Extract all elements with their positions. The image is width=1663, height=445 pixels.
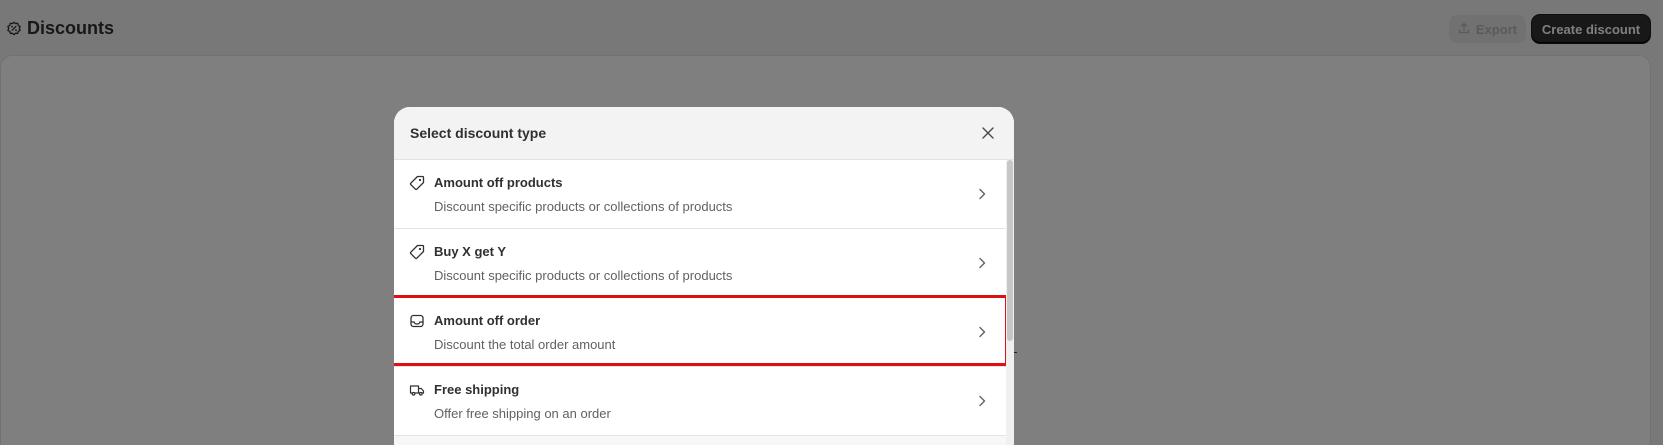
option-title: Amount off order <box>434 313 541 328</box>
tag-icon <box>409 175 425 191</box>
modal-title: Select discount type <box>410 125 547 141</box>
select-discount-type-modal: Select discount type Amount off products… <box>394 107 1014 445</box>
truck-icon <box>409 382 425 398</box>
tag-icon <box>409 244 425 260</box>
option-description: Discount the total order amount <box>434 337 616 352</box>
modal-header: Select discount type <box>394 107 1014 160</box>
option-description: Offer free shipping on an order <box>434 406 611 421</box>
modal-scrollbar[interactable] <box>1006 160 1014 445</box>
chevron-right-icon <box>974 393 990 409</box>
option-list-footer-partial <box>394 436 1006 445</box>
chevron-right-icon <box>974 324 990 340</box>
cart-icon <box>409 313 425 329</box>
option-amount-off-products[interactable]: Amount off products Discount specific pr… <box>394 160 1006 229</box>
chevron-right-icon <box>974 255 990 271</box>
option-title: Amount off products <box>434 175 563 190</box>
option-amount-off-order[interactable]: Amount off order Discount the total orde… <box>394 295 1008 367</box>
option-description: Discount specific products or collection… <box>434 268 733 283</box>
option-title: Free shipping <box>434 382 520 397</box>
option-free-shipping[interactable]: Free shipping Offer free shipping on an … <box>394 367 1006 436</box>
option-description: Discount specific products or collection… <box>434 199 733 214</box>
discount-type-list: Amount off products Discount specific pr… <box>394 160 1014 445</box>
close-icon[interactable] <box>978 123 998 143</box>
option-title: Buy X get Y <box>434 244 507 259</box>
chevron-right-icon <box>974 186 990 202</box>
option-buy-x-get-y[interactable]: Buy X get Y Discount specific products o… <box>394 229 1006 298</box>
scrollbar-thumb[interactable] <box>1007 160 1013 341</box>
